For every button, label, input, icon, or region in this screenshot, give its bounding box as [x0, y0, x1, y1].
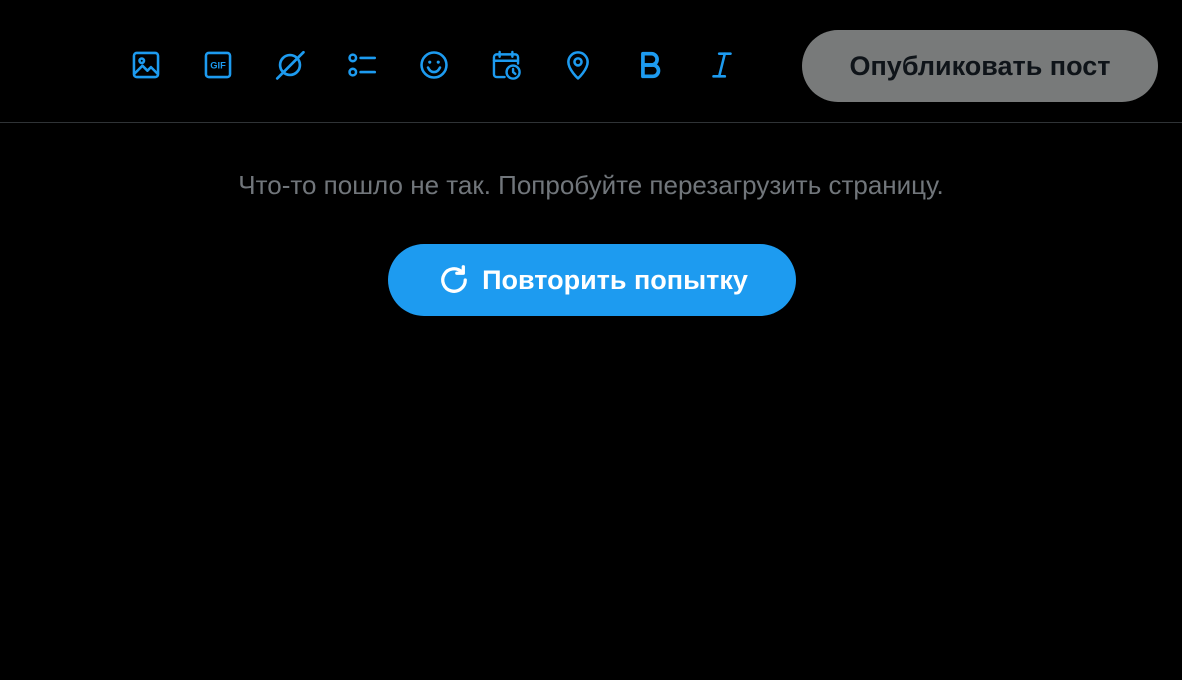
publish-post-button[interactable]: Опубликовать пост	[802, 30, 1158, 102]
bold-button[interactable]	[630, 45, 670, 85]
italic-icon	[712, 52, 732, 78]
media-icon	[132, 51, 160, 79]
grok-button[interactable]	[270, 45, 310, 85]
emoji-icon	[420, 51, 448, 79]
schedule-button[interactable]	[486, 45, 526, 85]
compose-error-view: GIF Опубликовать пост Что-то пошло не та…	[0, 0, 1182, 680]
compose-toolbar: GIF Опубликовать пост	[0, 0, 1182, 123]
location-button[interactable]	[558, 45, 598, 85]
location-icon	[567, 51, 589, 80]
italic-button[interactable]	[702, 45, 742, 85]
bold-icon	[641, 51, 661, 79]
emoji-button[interactable]	[414, 45, 454, 85]
grok-icon	[275, 50, 305, 80]
error-message: Что-то пошло не так. Попробуйте перезагр…	[238, 170, 944, 200]
retry-button-label: Повторить попытку	[482, 264, 748, 295]
gif-button[interactable]: GIF	[198, 45, 238, 85]
schedule-icon	[492, 50, 521, 80]
poll-button[interactable]	[342, 45, 382, 85]
gif-icon: GIF	[204, 51, 232, 79]
retry-button[interactable]: Повторить попытку	[388, 244, 796, 316]
gif-icon-label: GIF	[210, 61, 226, 71]
refresh-icon	[436, 262, 472, 298]
media-button[interactable]	[126, 45, 166, 85]
poll-icon	[348, 53, 377, 77]
